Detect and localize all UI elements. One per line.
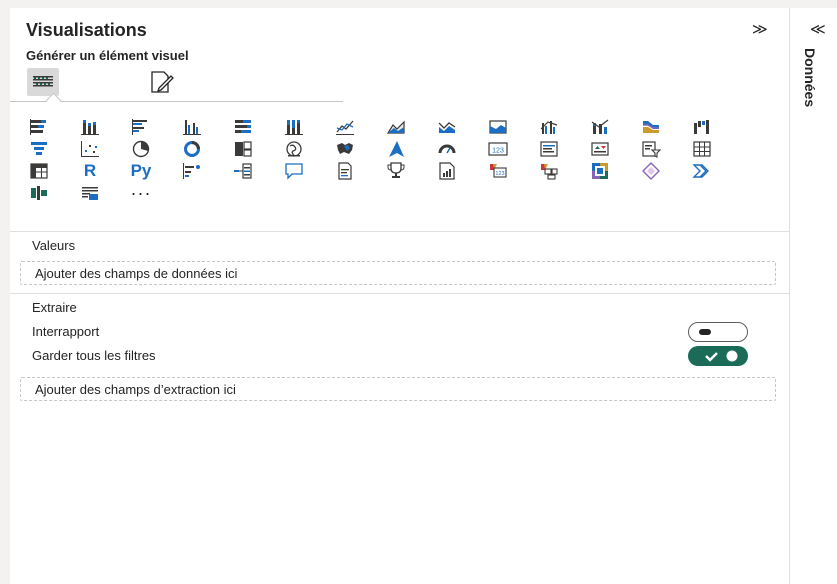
paginated-report-icon[interactable] (434, 160, 460, 182)
filter-chart-icon[interactable] (77, 182, 103, 204)
svg-text:123: 123 (492, 148, 504, 155)
table-icon[interactable] (689, 138, 715, 160)
build-visual-heading: Générer un élément visuel (26, 48, 189, 63)
power-automate-icon[interactable] (536, 160, 562, 182)
azure-maps-custom-icon[interactable] (26, 182, 52, 204)
line-chart-icon[interactable] (332, 116, 358, 138)
data-pane-collapsed: ≪ Données (790, 8, 837, 584)
cross-report-toggle[interactable] (688, 322, 748, 342)
stacked-bar-chart-icon[interactable] (26, 116, 52, 138)
svg-text:123: 123 (495, 171, 504, 177)
r-visual-label: R (83, 161, 97, 180)
map-icon[interactable] (281, 138, 307, 160)
ribbon-chart-icon[interactable] (638, 116, 664, 138)
values-label: Valeurs (32, 238, 76, 253)
drillthrough-field-well[interactable]: Ajouter des champs d’extraction ici (20, 377, 776, 401)
donut-chart-icon[interactable] (179, 138, 205, 160)
100-stacked-area-chart-icon[interactable] (485, 116, 511, 138)
format-visual-icon (151, 71, 174, 93)
stacked-column-chart-icon[interactable] (77, 116, 103, 138)
qa-icon[interactable] (281, 160, 307, 182)
smart-narrative-icon[interactable] (332, 160, 358, 182)
stacked-area-chart-icon[interactable] (434, 116, 460, 138)
area-chart-icon[interactable] (383, 116, 409, 138)
azure-map-icon[interactable] (383, 138, 409, 160)
scatter-chart-icon[interactable] (77, 138, 103, 160)
toggle-knob (699, 329, 711, 335)
power-apps-icon[interactable]: 123 (485, 160, 511, 182)
filled-map-icon[interactable] (332, 138, 358, 160)
keep-filters-label: Garder tous les filtres (32, 348, 156, 363)
more-visuals-label: ··· (130, 182, 152, 203)
matrix-icon[interactable] (26, 160, 52, 182)
expand-data-pane-button[interactable]: ≪ (810, 20, 826, 38)
keep-filters-toggle[interactable] (688, 346, 748, 366)
pane-title: Visualisations (26, 20, 147, 40)
build-visual-icon (31, 73, 55, 91)
line-clustered-column-chart-icon[interactable] (536, 116, 562, 138)
100-stacked-bar-chart-icon[interactable] (230, 116, 256, 138)
multi-row-card-icon[interactable] (536, 138, 562, 160)
build-visual-tab[interactable] (27, 68, 59, 96)
values-field-well[interactable]: Ajouter des champs de données ici (20, 261, 776, 285)
values-divider (10, 293, 789, 294)
chevron-visual-icon[interactable] (689, 160, 715, 182)
card-icon[interactable]: 123 (485, 138, 511, 160)
clustered-column-chart-icon[interactable] (179, 116, 205, 138)
gallery-divider (10, 231, 789, 232)
slicer-icon[interactable] (638, 138, 664, 160)
gauge-icon[interactable] (434, 138, 460, 160)
key-influencers-icon[interactable] (179, 160, 205, 182)
funnel-chart-icon[interactable] (26, 138, 52, 160)
r-visual-icon[interactable]: R (77, 160, 103, 182)
100-stacked-column-chart-icon[interactable] (281, 116, 307, 138)
decomposition-tree-icon[interactable] (230, 160, 256, 182)
line-stacked-column-chart-icon[interactable] (587, 116, 613, 138)
kpi-icon[interactable] (587, 138, 613, 160)
drillthrough-label: Extraire (32, 300, 77, 315)
visualizations-pane: Visualisations ≫ Générer un élément visu… (10, 8, 790, 584)
goals-icon[interactable] (383, 160, 409, 182)
python-visual-icon[interactable]: Py (128, 160, 154, 182)
cross-report-label: Interrapport (32, 324, 100, 339)
metrics-icon[interactable] (587, 160, 613, 182)
more-visuals-icon[interactable]: ··· (128, 182, 154, 204)
collapse-pane-button[interactable]: ≫ (752, 20, 768, 38)
data-pane-label[interactable]: Données (802, 48, 818, 107)
toggle-on-indicator-icon (705, 350, 738, 362)
treemap-icon[interactable] (230, 138, 256, 160)
new-card-icon[interactable] (638, 160, 664, 182)
format-visual-tab[interactable] (146, 68, 178, 96)
waterfall-chart-icon[interactable] (689, 116, 715, 138)
pie-chart-icon[interactable] (128, 138, 154, 160)
clustered-bar-chart-icon[interactable] (128, 116, 154, 138)
python-visual-label: Py (130, 161, 152, 180)
